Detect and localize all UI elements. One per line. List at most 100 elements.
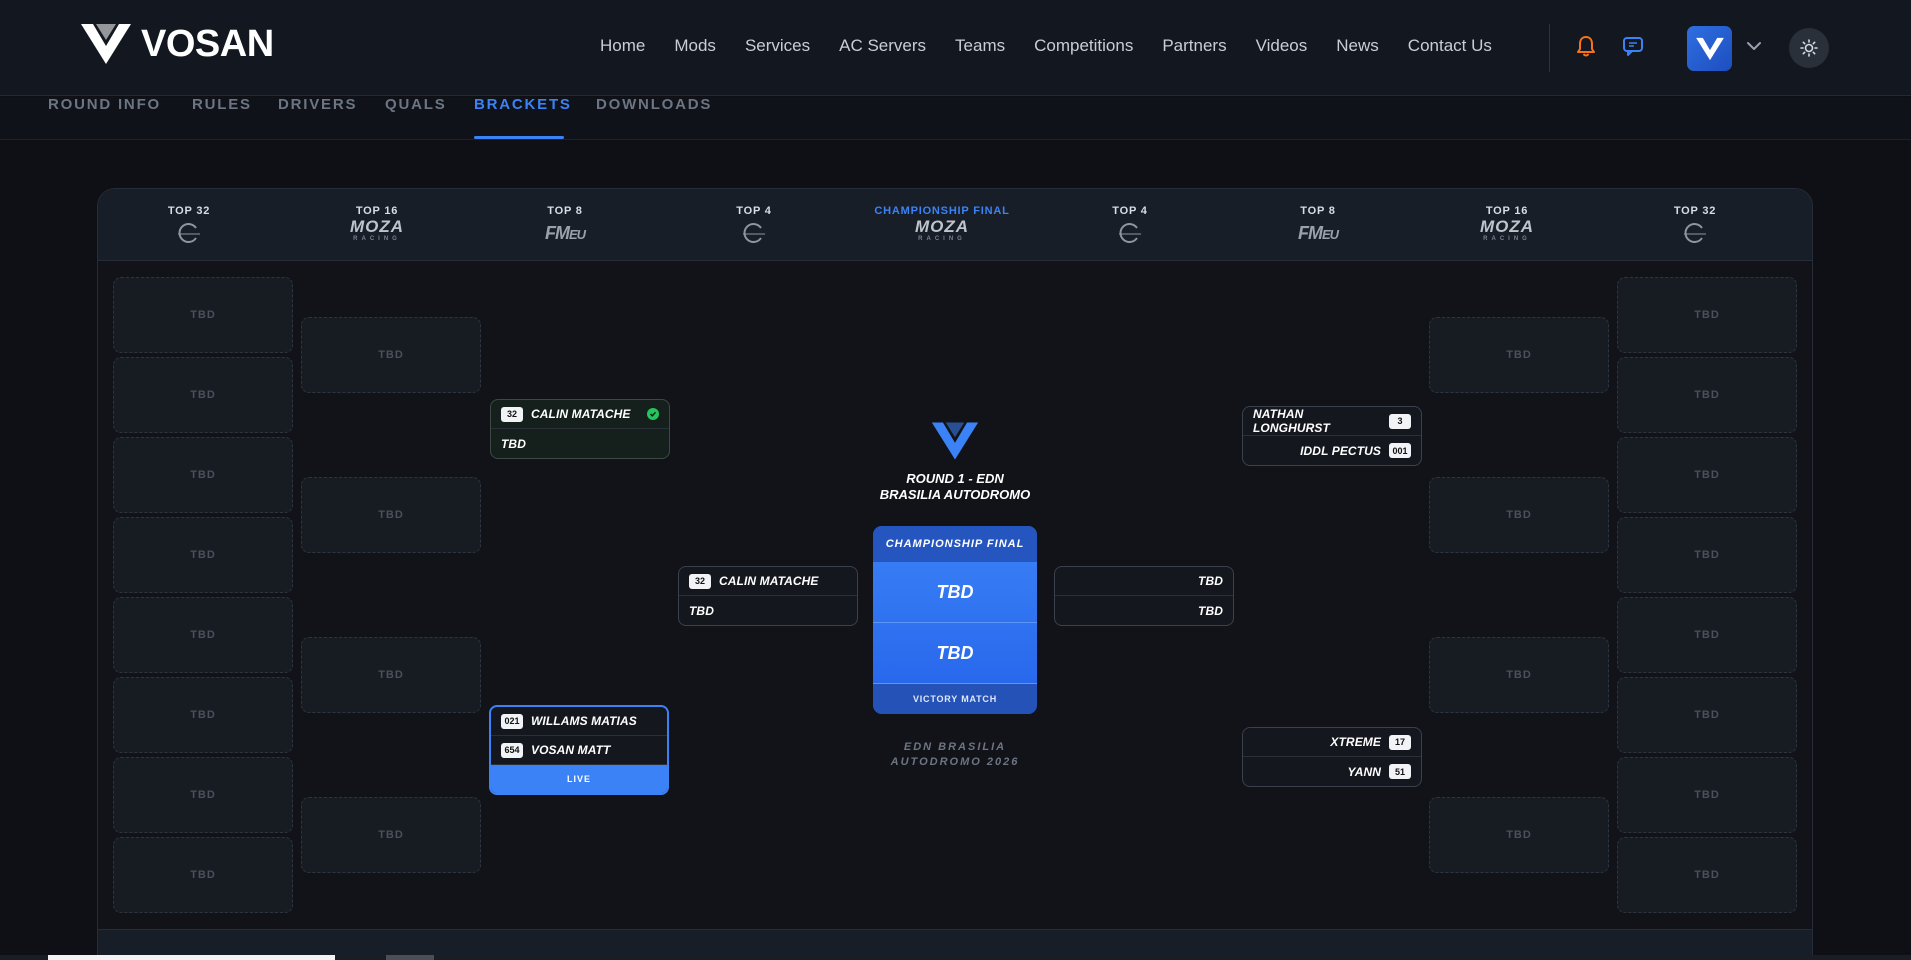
tab-drivers[interactable]: DRIVERS [278,97,357,140]
chat-icon [1623,37,1643,56]
ring-logo-icon [178,223,200,243]
empty-slot[interactable]: TBD [301,317,481,393]
empty-slot[interactable]: TBD [1429,797,1609,873]
match-row: NATHAN LONGHURST 3 [1243,407,1421,436]
tab-downloads[interactable]: DOWNLOADS [596,97,712,140]
scrollbar-thumb[interactable] [386,955,434,960]
player-name: VOSAN MATT [531,743,611,757]
match-left-top8-a[interactable]: 32 CALIN MATACHE TBD [490,399,670,459]
slot-label: TBD [190,549,216,561]
empty-slot[interactable]: TBD [1617,677,1797,753]
empty-slot[interactable]: TBD [1429,317,1609,393]
notifications-button[interactable] [1572,32,1600,60]
championship-final-card[interactable]: CHAMPIONSHIP FINAL TBD TBD VICTORY MATCH [873,526,1037,714]
nav-mods[interactable]: Mods [674,36,716,56]
match-right-top4[interactable]: TBD TBD [1054,566,1234,626]
empty-slot[interactable]: TBD [1617,437,1797,513]
empty-slot[interactable]: TBD [113,517,293,593]
player-name: NATHAN LONGHURST [1253,407,1330,435]
empty-slot[interactable]: TBD [1617,757,1797,833]
player-name: CALIN MATACHE [719,574,819,588]
player-name: IDDL PECTUS [1300,443,1381,458]
seed-badge: 32 [501,406,523,422]
round-title: ROUND 1 - EDN BRASILIA AUTODROMO [855,471,1055,503]
player-name: XTREME [1330,735,1381,749]
column-title: TOP 4 [736,205,772,217]
slot-label: TBD [378,349,404,361]
chevron-down-icon[interactable] [1744,36,1764,56]
nav-partners[interactable]: Partners [1162,36,1226,56]
tab-quals[interactable]: QUALS [385,97,447,140]
nav-home[interactable]: Home [600,36,645,56]
nav-teams[interactable]: Teams [955,36,1005,56]
empty-slot[interactable]: TBD [301,797,481,873]
tab-rules[interactable]: RULES [192,97,252,140]
match-left-top8-b[interactable]: 021 WILLAMS MATIAS 654 VOSAN MATT LIVE [489,705,669,795]
vosan-emblem-icon [931,422,979,460]
sponsor-logo: FMEU [1238,223,1398,243]
nav-competitions[interactable]: Competitions [1034,36,1133,56]
final-team-1: TBD [873,562,1037,623]
scrollbar-track[interactable] [48,955,335,960]
empty-slot[interactable]: TBD [1617,357,1797,433]
column-title: TOP 32 [1673,205,1717,217]
tab-brackets[interactable]: BRACKETS [474,97,570,140]
empty-slot[interactable]: TBD [301,637,481,713]
player-name: YANN [1347,764,1381,779]
user-avatar[interactable] [1687,26,1732,71]
match-row: TBD [679,596,857,625]
empty-slot[interactable]: TBD [1429,477,1609,553]
seed-badge: 32 [689,573,711,589]
player-name: TBD [689,603,714,618]
empty-slot[interactable]: TBD [113,357,293,433]
empty-slot[interactable]: TBD [113,757,293,833]
theme-toggle-button[interactable] [1789,28,1829,68]
round-title-line1: ROUND 1 - EDN [906,471,1004,486]
seed-badge: 654 [501,742,523,758]
slot-label: TBD [190,789,216,801]
empty-slot[interactable]: TBD [113,277,293,353]
seed-badge: 001 [1389,443,1411,458]
seed-badge: 17 [1389,734,1411,750]
match-row: TBD [491,429,669,458]
empty-slot[interactable]: TBD [113,837,293,913]
empty-slot[interactable]: TBD [113,597,293,673]
nav-contact-us[interactable]: Contact Us [1408,36,1492,56]
nav-services[interactable]: Services [745,36,810,56]
venue-line1: EDN BRASILIA [903,741,1007,753]
empty-slot[interactable]: TBD [301,477,481,553]
avatar-logo-icon [1695,37,1724,60]
bell-icon [1577,36,1595,57]
ring-logo-icon [743,223,765,243]
seed-badge: 51 [1389,764,1411,779]
tab-round-info[interactable]: ROUND INFO [48,97,161,140]
seed-badge: 021 [501,713,523,729]
match-left-top4[interactable]: 32 CALIN MATACHE TBD [678,566,858,626]
column-title: CHAMPIONSHIP FINAL [874,205,1010,217]
sponsor-fm-text: FM [1297,222,1323,243]
nav-videos[interactable]: Videos [1256,36,1308,56]
empty-slot[interactable]: TBD [1617,517,1797,593]
empty-slot[interactable]: TBD [1617,837,1797,913]
empty-slot[interactable]: TBD [113,437,293,513]
bracket-panel: TOP 32 TOP 16 MOZA RACING TOP 8 FMEU TOP 4 CHAM… [97,188,1813,960]
match-row: 32 CALIN MATACHE [491,400,669,429]
match-row: IDDL PECTUS 001 [1243,436,1421,465]
column-title: TOP 32 [167,205,211,217]
match-right-top8-a[interactable]: NATHAN LONGHURST 3 IDDL PECTUS 001 [1242,406,1422,466]
messages-button[interactable] [1620,32,1648,60]
brand-logo[interactable]: VOSAN [79,22,274,66]
match-right-top8-b[interactable]: XTREME 17 YANN 51 [1242,727,1422,787]
round-title-line2: BRASILIA AUTODROMO [879,487,1031,502]
empty-slot[interactable]: TBD [1617,597,1797,673]
nav-news[interactable]: News [1336,36,1379,56]
final-team-2: TBD [873,623,1037,684]
empty-slot[interactable]: TBD [113,677,293,753]
empty-slot[interactable]: TBD [1617,277,1797,353]
vosan-logo-icon [81,24,131,64]
ring-logo-icon [1119,223,1141,243]
slot-label: TBD [1694,549,1720,561]
nav-ac-servers[interactable]: AC Servers [839,36,926,56]
empty-slot[interactable]: TBD [1429,637,1609,713]
match-row: TBD [1055,567,1233,596]
